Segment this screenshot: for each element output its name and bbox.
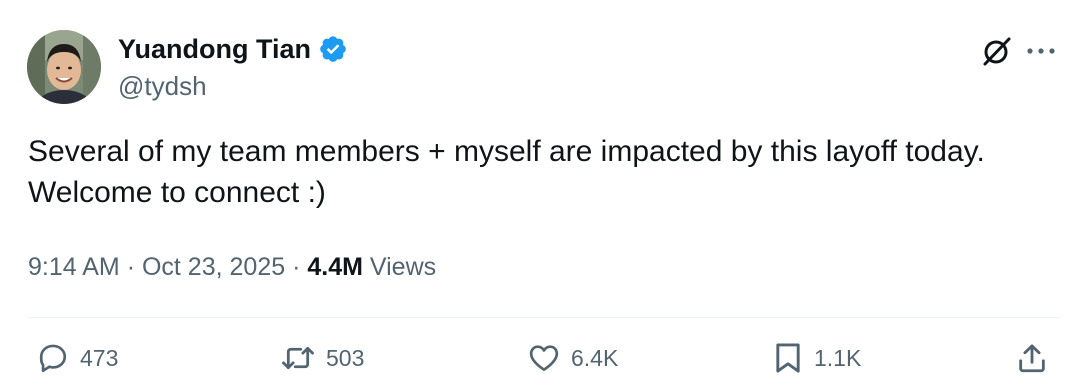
more-button[interactable] xyxy=(1024,36,1058,66)
author-display-name[interactable]: Yuandong Tian xyxy=(118,32,311,66)
repost-button[interactable]: 503 xyxy=(280,338,364,378)
bookmark-icon xyxy=(776,343,800,373)
more-icon xyxy=(1027,48,1055,54)
verified-badge-icon[interactable] xyxy=(318,34,348,64)
tweet-text-line: Welcome to connect :) xyxy=(28,176,326,209)
tweet-text-line: Several of my team members + myself are … xyxy=(28,135,985,168)
reply-button[interactable]: 473 xyxy=(36,338,118,378)
share-button[interactable] xyxy=(1015,338,1049,378)
views-label: Views xyxy=(369,253,437,281)
like-count: 6.4K xyxy=(571,345,619,371)
reply-icon xyxy=(39,344,67,373)
author-name-row: Yuandong Tian xyxy=(118,32,348,66)
repost-icon xyxy=(282,346,314,370)
heart-icon xyxy=(529,345,559,371)
meta-separator: · xyxy=(126,253,136,281)
like-button[interactable]: 6.4K xyxy=(527,338,618,378)
bookmark-count: 1.1K xyxy=(814,345,862,371)
avatar-image xyxy=(27,30,101,104)
tweet-text: Several of my team members + myself are … xyxy=(28,131,1068,213)
divider xyxy=(28,317,1060,318)
tweet-date[interactable]: Oct 23, 2025 xyxy=(142,253,285,281)
grok-icon xyxy=(983,37,1011,66)
tweet-card: Yuandong Tian @tydsh Several of my team … xyxy=(0,0,1080,387)
author-handle[interactable]: @tydsh xyxy=(118,70,207,102)
meta-separator: · xyxy=(292,253,301,281)
reply-count: 473 xyxy=(80,345,119,371)
share-icon xyxy=(1019,344,1045,373)
views-count: 4.4M xyxy=(307,253,363,281)
repost-count: 503 xyxy=(326,345,365,371)
avatar[interactable] xyxy=(27,30,101,104)
tweet-time[interactable]: 9:14 AM xyxy=(28,253,120,281)
tweet-meta: 9:14 AM · Oct 23, 2025 · 4.4M Views xyxy=(28,250,436,284)
bookmark-button[interactable]: 1.1K xyxy=(772,338,861,378)
grok-button[interactable] xyxy=(980,34,1014,68)
